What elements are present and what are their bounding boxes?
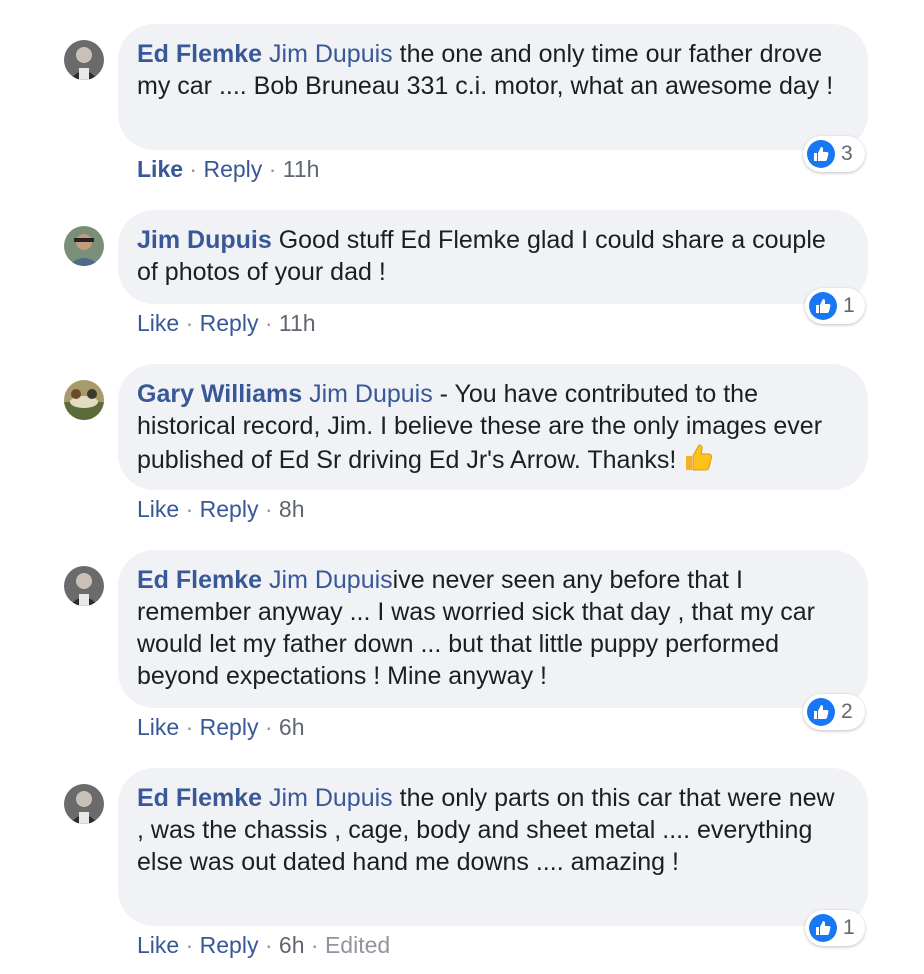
separator: · bbox=[264, 496, 273, 522]
comment-author[interactable]: Ed Flemke bbox=[137, 40, 262, 68]
reaction-count[interactable]: 3 bbox=[803, 136, 865, 172]
separator: · bbox=[264, 310, 273, 336]
comment-bubble: Ed Flemke Jim Dupuis the one and only ti… bbox=[118, 24, 868, 150]
reply-button[interactable]: Reply bbox=[203, 156, 262, 182]
mentioned-user[interactable]: Jim Dupuis bbox=[309, 380, 433, 408]
comment-actions: Like · Reply · 6h · Edited bbox=[137, 932, 390, 959]
timestamp[interactable]: 6h bbox=[279, 932, 305, 958]
like-button[interactable]: Like bbox=[137, 496, 179, 522]
reaction-count[interactable]: 2 bbox=[803, 694, 865, 730]
reaction-number: 2 bbox=[841, 700, 853, 723]
thumbs-up-icon bbox=[809, 292, 837, 320]
reply-button[interactable]: Reply bbox=[200, 496, 259, 522]
timestamp[interactable]: 11h bbox=[279, 310, 316, 336]
like-button[interactable]: Like bbox=[137, 310, 179, 336]
separator: · bbox=[268, 156, 277, 182]
separator: · bbox=[264, 932, 273, 958]
reaction-count[interactable]: 1 bbox=[805, 288, 865, 324]
separator: · bbox=[185, 714, 194, 740]
like-button[interactable]: Like bbox=[137, 714, 179, 740]
avatar[interactable] bbox=[64, 40, 104, 80]
comment-author[interactable]: Gary Williams bbox=[137, 380, 302, 408]
reaction-count[interactable]: 1 bbox=[805, 910, 865, 946]
separator: · bbox=[185, 496, 194, 522]
reaction-number: 1 bbox=[843, 294, 855, 317]
thumbs-up-icon bbox=[807, 140, 835, 168]
separator: · bbox=[185, 932, 194, 958]
like-button[interactable]: Like bbox=[137, 156, 183, 182]
mentioned-user[interactable]: Jim Dupuis bbox=[269, 566, 393, 594]
comment-bubble: Ed Flemke Jim Dupuis the only parts on t… bbox=[118, 768, 868, 926]
comment-actions: Like · Reply · 6h bbox=[137, 714, 305, 741]
avatar[interactable] bbox=[64, 566, 104, 606]
reply-button[interactable]: Reply bbox=[200, 714, 259, 740]
comment-actions: Like · Reply · 11h bbox=[137, 156, 319, 183]
reaction-number: 1 bbox=[843, 916, 855, 939]
comment-bubble: Jim Dupuis Good stuff Ed Flemke glad I c… bbox=[118, 210, 868, 304]
comment-bubble: Gary Williams Jim Dupuis - You have cont… bbox=[118, 364, 868, 490]
reaction-number: 3 bbox=[841, 142, 853, 165]
avatar[interactable] bbox=[64, 784, 104, 824]
separator: · bbox=[189, 156, 198, 182]
timestamp[interactable]: 11h bbox=[283, 156, 320, 182]
avatar[interactable] bbox=[64, 226, 104, 266]
edited-label[interactable]: Edited bbox=[325, 932, 390, 958]
timestamp[interactable]: 6h bbox=[279, 714, 305, 740]
thumbs-up-icon bbox=[809, 914, 837, 942]
mentioned-user[interactable]: Jim Dupuis bbox=[269, 784, 393, 812]
mentioned-user[interactable]: Jim Dupuis bbox=[269, 40, 393, 68]
comment-actions: Like · Reply · 11h bbox=[137, 310, 316, 337]
separator: · bbox=[310, 932, 319, 958]
avatar[interactable] bbox=[64, 380, 104, 420]
separator: · bbox=[264, 714, 273, 740]
timestamp[interactable]: 8h bbox=[279, 496, 305, 522]
reply-button[interactable]: Reply bbox=[200, 932, 259, 958]
thumbs-up-icon bbox=[807, 698, 835, 726]
thumbs-up-emoji-icon bbox=[683, 442, 713, 480]
separator: · bbox=[185, 310, 194, 336]
comment-author[interactable]: Ed Flemke bbox=[137, 784, 262, 812]
comment-actions: Like · Reply · 8h bbox=[137, 496, 305, 523]
comment-author[interactable]: Jim Dupuis bbox=[137, 226, 272, 254]
like-button[interactable]: Like bbox=[137, 932, 179, 958]
comment-author[interactable]: Ed Flemke bbox=[137, 566, 262, 594]
reply-button[interactable]: Reply bbox=[200, 310, 259, 336]
comment-bubble: Ed Flemke Jim Dupuisive never seen any b… bbox=[118, 550, 868, 708]
